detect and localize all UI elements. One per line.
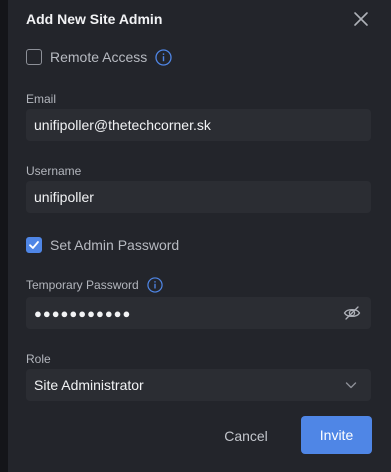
- role-selected-value: Site Administrator: [34, 377, 144, 393]
- info-icon[interactable]: [155, 48, 172, 66]
- role-label: Role: [26, 352, 51, 366]
- email-value: unifipoller@thetechcorner.sk: [34, 117, 211, 133]
- email-field[interactable]: unifipoller@thetechcorner.sk: [26, 109, 371, 141]
- chevron-down-icon: [345, 382, 357, 389]
- username-value: unifipoller: [34, 189, 94, 205]
- info-icon[interactable]: [147, 277, 163, 293]
- remote-access-label: Remote Access: [50, 49, 148, 65]
- remote-access-checkbox[interactable]: [26, 49, 42, 65]
- cancel-button[interactable]: Cancel: [214, 418, 278, 454]
- temporary-password-value: ●●●●●●●●●●●: [34, 305, 132, 321]
- temporary-password-label-row: Temporary Password: [26, 277, 163, 293]
- dialog-title: Add New Site Admin: [26, 11, 163, 27]
- set-admin-password-checkbox[interactable]: [26, 237, 42, 253]
- email-label: Email: [26, 92, 57, 106]
- eye-off-icon[interactable]: [343, 304, 361, 322]
- role-select[interactable]: Site Administrator: [26, 369, 371, 401]
- add-site-admin-dialog: Add New Site Admin Remote Access Email u…: [8, 0, 391, 472]
- checkmark-icon: [29, 241, 39, 249]
- username-label: Username: [26, 164, 82, 178]
- close-icon[interactable]: [352, 10, 370, 28]
- temporary-password-field[interactable]: ●●●●●●●●●●●: [26, 297, 371, 329]
- temporary-password-label: Temporary Password: [26, 278, 139, 292]
- set-admin-password-label: Set Admin Password: [50, 237, 180, 253]
- remote-access-row: Remote Access: [26, 48, 172, 66]
- invite-button[interactable]: Invite: [301, 416, 372, 454]
- set-admin-password-row: Set Admin Password: [26, 236, 179, 254]
- backdrop: [0, 0, 8, 472]
- username-field[interactable]: unifipoller: [26, 181, 371, 213]
